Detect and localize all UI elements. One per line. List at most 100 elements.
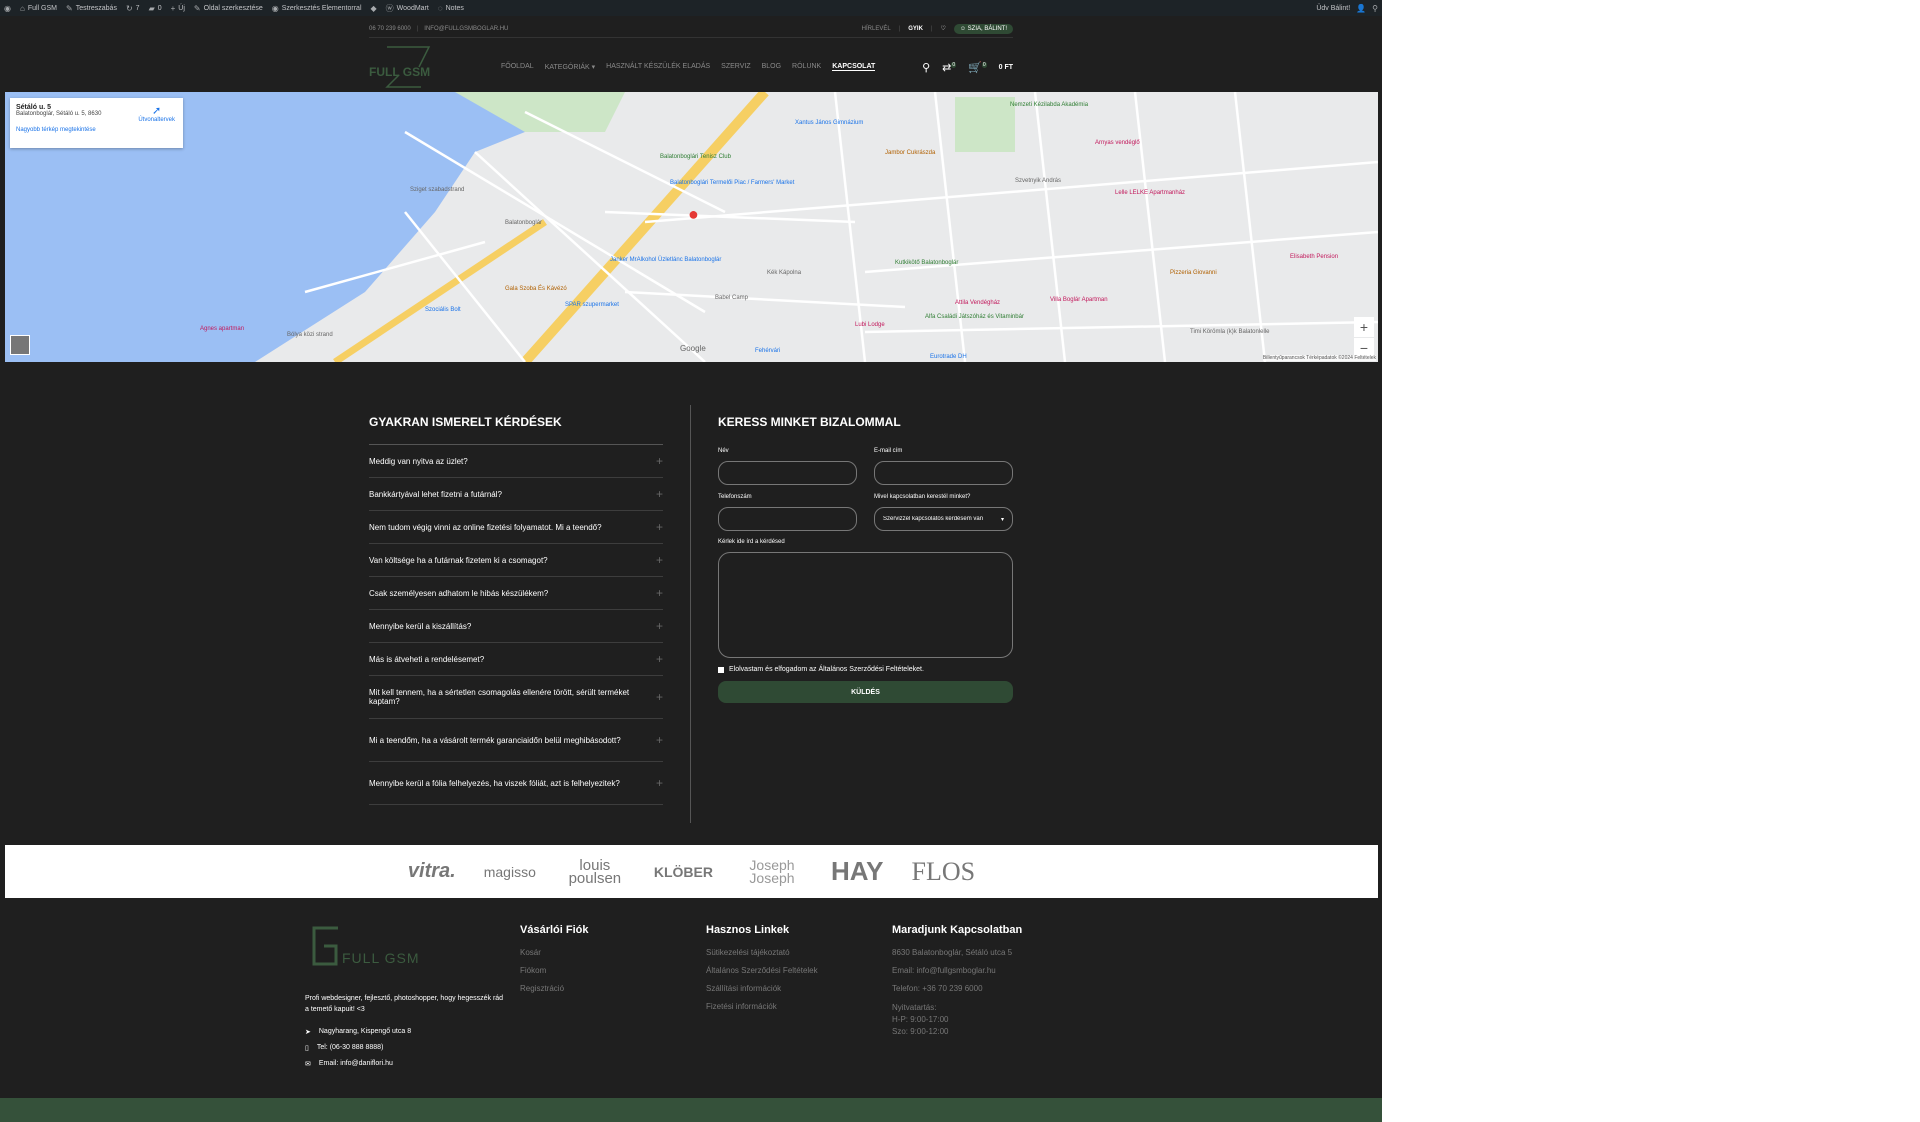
footer-link-cart[interactable]: Kosár: [520, 944, 588, 962]
faq-item[interactable]: Mi a teendőm, ha a vásárolt termék garan…: [369, 719, 663, 762]
footer-link-shipping[interactable]: Szállítási információk: [706, 980, 818, 998]
comments-item[interactable]: ▰ 0: [149, 4, 162, 13]
topic-select[interactable]: Szervizzel kapcsolatos kérdésem van ▾: [874, 507, 1013, 531]
cart-count: 0: [981, 61, 987, 68]
woodmart-item[interactable]: ⓦ WoodMart: [386, 3, 429, 14]
map-label-jambor: Jambor Cukrászda: [885, 150, 936, 156]
brand-logo-vitra[interactable]: vitra.: [408, 860, 456, 883]
nav-used-devices[interactable]: HASZNÁLT KÉSZÜLÉK ELADÁS: [606, 63, 710, 71]
refresh-icon: ↻: [125, 3, 133, 13]
directions-button[interactable]: ➚ Útvonaltervek: [138, 104, 175, 123]
topbar-phone[interactable]: 06 70 239 6000: [369, 26, 411, 32]
wishlist-heart-icon[interactable]: ♡: [940, 25, 945, 32]
phone-label: Telefonszám: [718, 494, 752, 500]
faq-title: GYAKRAN ISMERELT KÉRDÉSEK: [369, 405, 663, 445]
brand-logo-klober[interactable]: KLÖBER: [654, 864, 713, 880]
zoom-in-button[interactable]: +: [1354, 317, 1374, 337]
plus-icon: +: [655, 776, 663, 790]
directions-label: Útvonaltervek: [138, 117, 175, 123]
wp-logo-item[interactable]: ◉: [4, 4, 11, 13]
footer-contact-phone[interactable]: Telefon: +36 70 239 6000: [892, 980, 1022, 998]
footer-col-links-title: Hasznos Linkek: [706, 924, 790, 936]
footer-contact-email[interactable]: Email: info@fullgsmboglar.hu: [892, 962, 1022, 980]
plus-icon: +: [655, 487, 663, 501]
footer-link-cookies[interactable]: Sütikezelési tájékoztató: [706, 944, 818, 962]
notes-item[interactable]: ◌ Notes: [438, 4, 464, 13]
edit-page-item[interactable]: ✎ Oldal szerkesztése: [194, 4, 263, 13]
cart-total[interactable]: 0 FT: [999, 64, 1013, 71]
send-button[interactable]: KÜLDÉS: [718, 681, 1013, 703]
brand-logo-joseph-joseph[interactable]: Joseph Joseph: [741, 858, 803, 885]
topbar-separator-3: |: [930, 25, 933, 32]
faq-item[interactable]: Mit kell tennem, ha a sértetlen csomagol…: [369, 676, 663, 719]
new-item[interactable]: + Új: [171, 4, 185, 13]
diamond-item[interactable]: ◆: [371, 4, 377, 13]
faq-item[interactable]: Bankkártyával lehet fizetni a futárnál? +: [369, 478, 663, 511]
footer-logo-text[interactable]: FULL GSM: [342, 950, 420, 966]
map-label-szvetnyik: Szvetnyik András: [1015, 178, 1062, 184]
brand-logo-hay[interactable]: HAY: [831, 856, 884, 887]
cart-icon[interactable]: 🛒0: [968, 61, 987, 74]
message-textarea[interactable]: [718, 552, 1013, 658]
nav-categories[interactable]: KATEGÓRIÁK ▾: [545, 63, 595, 71]
faq-item[interactable]: Más is átveheti a rendelésemet? +: [369, 643, 663, 676]
street-view-thumbnail[interactable]: [10, 335, 30, 355]
nav-home[interactable]: FŐOLDAL: [501, 63, 534, 71]
map-label-janker: Janker MrAlkohol Üzletlánc Balatonboglár: [610, 257, 722, 263]
main-nav: FŐOLDAL KATEGÓRIÁK ▾ HASZNÁLT KÉSZÜLÉK E…: [501, 63, 876, 71]
plus-icon: +: [655, 454, 663, 468]
bigger-map-link[interactable]: Nagyobb térkép megtekintése: [16, 127, 177, 133]
name-input[interactable]: [718, 461, 857, 485]
faq-item[interactable]: Csak személyesen adhatom le hibás készül…: [369, 577, 663, 610]
customize-item[interactable]: ✎ Testreszabás: [66, 4, 117, 13]
faq-item[interactable]: Mennyibe kerül a fólia felhelyezés, ha v…: [369, 762, 663, 805]
site-name-item[interactable]: ⌂ Full GSM: [20, 4, 57, 13]
header-icons: ⚲ ⇄0 🛒0 0 FT: [922, 61, 1013, 74]
faq-link[interactable]: GYIK: [908, 26, 923, 32]
faq-item[interactable]: Mennyibe kerül a kiszállítás? +: [369, 610, 663, 643]
site-logo[interactable]: FULL GSM: [369, 45, 441, 89]
elementor-label: Szerkesztés Elementorral: [281, 4, 362, 12]
compare-icon[interactable]: ⇄0: [942, 61, 957, 74]
search-icon[interactable]: ⚲: [1372, 4, 1378, 13]
nav-contact[interactable]: KAPCSOLAT: [832, 63, 876, 71]
updates-item[interactable]: ↻ 7: [126, 4, 140, 13]
faq-question: Csak személyesen adhatom le hibás készül…: [369, 588, 549, 598]
map-label-szocialis: Szociális Bolt: [425, 307, 461, 313]
plus-icon: +: [655, 733, 663, 747]
brand-logo-magisso[interactable]: magisso: [484, 864, 536, 880]
elementor-item[interactable]: ◉ Szerkesztés Elementorral: [272, 4, 362, 13]
comment-icon: ▰: [148, 3, 155, 13]
phone-icon: ▯: [305, 1045, 309, 1052]
updates-count: 7: [135, 4, 140, 12]
faq-item[interactable]: Van költsége ha a futárnak fizetem ki a …: [369, 544, 663, 577]
newsletter-link[interactable]: HÍRLEVÉL: [862, 26, 891, 32]
map-label-lelle: Lelle LELKE Apartmanház: [1115, 190, 1186, 196]
brand-logo-flos[interactable]: FLOS: [912, 857, 976, 887]
footer-link-register[interactable]: Regisztráció: [520, 980, 588, 998]
nav-blog[interactable]: BLOG: [762, 63, 781, 71]
terms-checkbox[interactable]: [718, 666, 724, 673]
plus-icon: +: [655, 520, 663, 534]
map-pin-icon[interactable]: ●: [688, 204, 699, 225]
email-input[interactable]: [874, 461, 1013, 485]
footer-link-terms[interactable]: Általános Szerződési Feltételek: [706, 962, 818, 980]
faq-item[interactable]: Nem tudom végig vinni az online fizetési…: [369, 511, 663, 544]
map-label-elisabeth: Elisabeth Pension: [1290, 254, 1339, 260]
faq-item[interactable]: Meddig van nyitva az üzlet? +: [369, 445, 663, 478]
google-map[interactable]: Sétáló u. 5 Balatonboglár, Sétáló u. 5, …: [5, 92, 1378, 362]
account-button[interactable]: ☺ SZIA, BÁLINT!: [953, 23, 1013, 34]
map-background: [5, 92, 1378, 362]
admin-greeting[interactable]: Üdv Bálint!: [1316, 5, 1350, 12]
footer-link-account[interactable]: Fiókom: [520, 962, 588, 980]
nav-service[interactable]: SZERVIZ: [721, 63, 750, 71]
topbar-email[interactable]: INFO@FULLGSMBOGLAR.HU: [424, 26, 508, 32]
footer-link-payment[interactable]: Fizetési információk: [706, 998, 818, 1016]
nav-about[interactable]: RÓLUNK: [792, 63, 821, 71]
brand-logo-louis-poulsen[interactable]: louis poulsen: [564, 858, 626, 886]
map-label-fehervari: Fehérvári: [755, 348, 781, 354]
phone-input[interactable]: [718, 507, 857, 531]
search-icon[interactable]: ⚲: [922, 61, 930, 74]
map-label-sziget: Sziget szabadstrand: [410, 187, 465, 193]
user-icon[interactable]: 👤: [1356, 4, 1366, 13]
